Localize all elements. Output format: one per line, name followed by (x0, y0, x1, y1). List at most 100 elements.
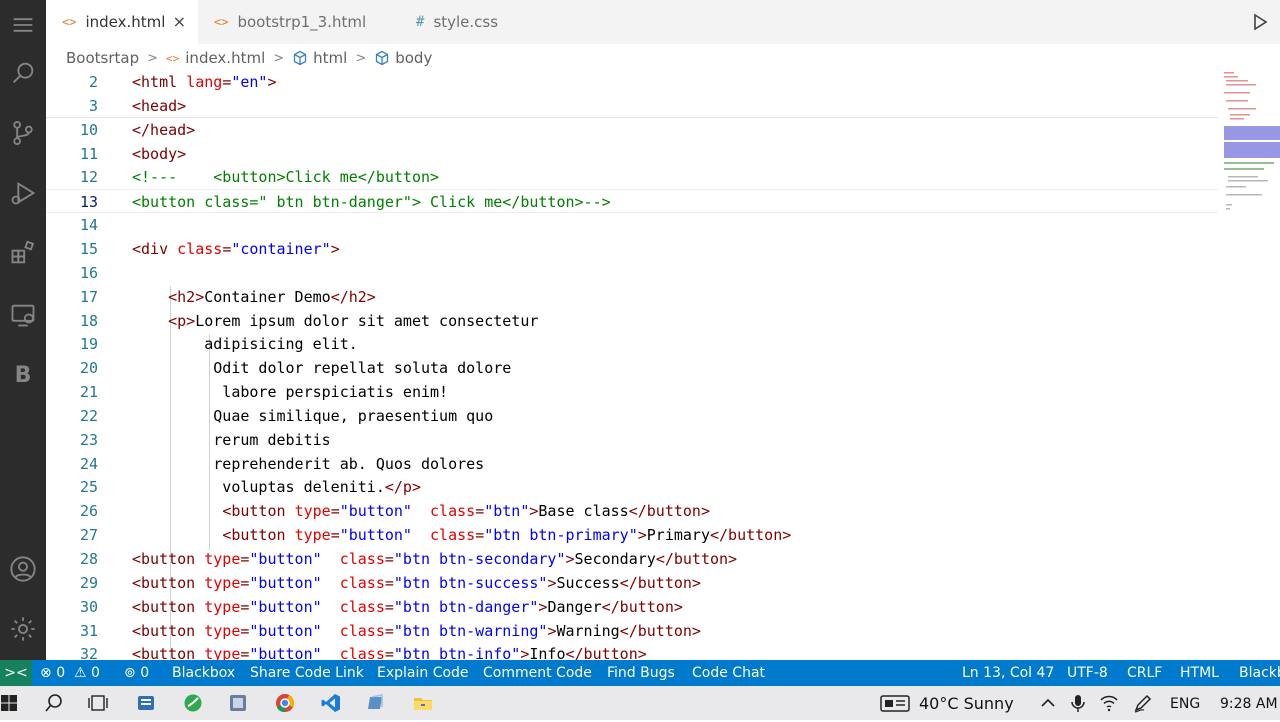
eol-selector[interactable]: CRLF (1127, 660, 1162, 686)
code-line[interactable]: 19 adipisicing elit. (46, 332, 1218, 356)
code-line[interactable]: 32 <button type="button" class="btn btn-i… (46, 642, 1218, 660)
account-icon[interactable] (0, 544, 46, 594)
problems-indicator[interactable]: ⊗ 0 ⚠ 0 (40, 660, 100, 686)
windows-start-icon[interactable] (0, 694, 18, 712)
code-token: = (384, 645, 394, 660)
code-line[interactable]: 12 <!--- <button>Click me</button> (46, 165, 1218, 189)
settings-gear-icon[interactable] (0, 604, 46, 654)
code-line[interactable]: 31 <button type="button" class="btn btn-w… (46, 619, 1218, 643)
code-chat-button[interactable]: Code Chat (692, 660, 765, 686)
code-token: <button (222, 502, 295, 521)
code-line[interactable]: 10 </head> (46, 118, 1218, 142)
remote-indicator[interactable]: >< (0, 660, 32, 686)
minimap[interactable] (1222, 70, 1280, 220)
news-widget-icon[interactable] (880, 693, 910, 713)
code-line[interactable]: 26 <button type="button" class="btn">Bas… (46, 499, 1218, 523)
code-line[interactable]: 2 <html lang="en"> (46, 70, 1218, 94)
code-line[interactable]: 15 <div class="container"> (46, 237, 1218, 261)
code-line[interactable]: 27 <button type="button" class="btn btn-… (46, 523, 1218, 547)
blackbox-icon[interactable]: B (0, 350, 46, 400)
language-mode-selector[interactable]: HTML (1180, 660, 1219, 686)
code-line[interactable]: 18 <p>Lorem ipsum dolor sit amet consect… (46, 309, 1218, 333)
code-token: = (475, 526, 485, 545)
code-line[interactable]: 29 <button type="button" class="btn btn-s… (46, 571, 1218, 595)
breadcrumb-folder[interactable]: Bootsrtap (66, 49, 139, 67)
code-text: <head> (132, 94, 186, 118)
app-icon[interactable] (183, 693, 203, 713)
blackbox-right-button[interactable]: Blackb (1239, 660, 1280, 686)
app-icon[interactable] (228, 693, 248, 713)
blackbox-status-button[interactable]: Blackbox (172, 660, 235, 686)
tab-bootstrp1-3-html[interactable]: <> bootstrp1_3.html (198, 0, 396, 44)
code-line[interactable]: 11 <body> (46, 142, 1218, 166)
breadcrumb-file[interactable]: index.html (185, 49, 265, 67)
code-line[interactable]: 24 reprehenderit ab. Quos dolores (46, 452, 1218, 476)
code-line[interactable]: 14 (46, 213, 1218, 237)
code-line[interactable]: 21 labore perspiciatis enim! (46, 380, 1218, 404)
wifi-icon[interactable] (1099, 693, 1119, 713)
chevron-right-icon: > (355, 50, 367, 66)
file-explorer-icon[interactable] (413, 693, 433, 713)
ports-indicator[interactable]: ⊚ 0 (124, 660, 149, 686)
tab-index-html[interactable]: <> index.html × (46, 0, 198, 44)
weather-widget[interactable]: 40°C Sunny (919, 686, 1014, 720)
code-line[interactable]: 17 <h2>Container Demo</h2> (46, 285, 1218, 309)
code-token: <button (132, 621, 205, 640)
code-token: "button" (339, 502, 412, 521)
code-line[interactable]: 23 rerum debitis (46, 428, 1218, 452)
code-token: = (384, 621, 394, 640)
code-line[interactable]: 25 voluptas deleniti.</p> (46, 475, 1218, 499)
app-icon[interactable] (136, 693, 156, 713)
source-control-icon[interactable] (0, 108, 46, 158)
app-icon[interactable] (366, 693, 386, 713)
code-line[interactable]: 16 (46, 261, 1218, 285)
code-line[interactable]: 28 <button type="button" class="btn btn-s… (46, 547, 1218, 571)
code-token: <button (132, 645, 205, 660)
code-line[interactable]: 20 Odit dolor repellat soluta dolore (46, 356, 1218, 380)
code-line[interactable]: 22 Quae similique, praesentium quo (46, 404, 1218, 428)
code-line[interactable]: 30 <button type="button" class="btn btn-d… (46, 595, 1218, 619)
cursor-position[interactable]: Ln 13, Col 47 (962, 660, 1054, 686)
breadcrumb: Bootsrtap > <> index.html > html > body (46, 44, 1280, 72)
taskbar-search-icon[interactable] (44, 693, 64, 713)
task-view-icon[interactable] (88, 693, 108, 713)
find-bugs-button[interactable]: Find Bugs (607, 660, 675, 686)
error-count: 0 (56, 665, 66, 681)
run-play-icon[interactable] (1250, 12, 1270, 32)
microphone-icon[interactable] (1068, 693, 1088, 713)
code-text: </head> (132, 118, 195, 142)
code-token: </button> (710, 526, 792, 545)
line-number: 16 (79, 263, 98, 282)
ports-count: 0 (140, 665, 150, 681)
breadcrumb-html[interactable]: html (313, 49, 347, 67)
code-line[interactable]: 13 <button class=" btn btn-danger"> Click… (46, 189, 1218, 214)
search-icon[interactable] (0, 48, 46, 98)
tab-style-css[interactable]: # style.css (396, 0, 544, 44)
share-code-link-button[interactable]: Share Code Link (250, 660, 364, 686)
chevron-up-icon[interactable] (1038, 693, 1058, 713)
code-text: <button type="button" class="btn btn-sec… (132, 547, 737, 571)
menu-icon[interactable] (0, 0, 46, 50)
breadcrumb-body[interactable]: body (395, 49, 432, 67)
code-token: Container Demo (204, 287, 331, 306)
close-icon[interactable]: × (173, 12, 186, 31)
code-token: <head> (132, 96, 187, 115)
vscode-icon[interactable] (321, 693, 341, 713)
code-token: Danger (547, 597, 602, 616)
chrome-icon[interactable] (275, 693, 295, 713)
code-line[interactable]: 3 <head> (46, 94, 1218, 118)
code-token: Odit dolor repellat soluta dolore (132, 359, 512, 378)
extensions-icon[interactable] (0, 228, 46, 278)
remote-explorer-icon[interactable] (0, 290, 46, 340)
code-token: = (475, 502, 485, 521)
pen-icon[interactable] (1133, 693, 1153, 713)
run-debug-icon[interactable] (0, 168, 46, 218)
encoding-selector[interactable]: UTF-8 (1067, 660, 1108, 686)
explain-code-button[interactable]: Explain Code (377, 660, 469, 686)
comment-code-button[interactable]: Comment Code (483, 660, 592, 686)
input-language-indicator[interactable]: ENG (1170, 686, 1200, 720)
tab-label: style.css (433, 13, 499, 31)
code-editor[interactable]: 2 <html lang="en"> 3 <head> 10 </head> 11 <body… (46, 70, 1218, 660)
clock[interactable]: 9:28 AM (1220, 686, 1278, 720)
